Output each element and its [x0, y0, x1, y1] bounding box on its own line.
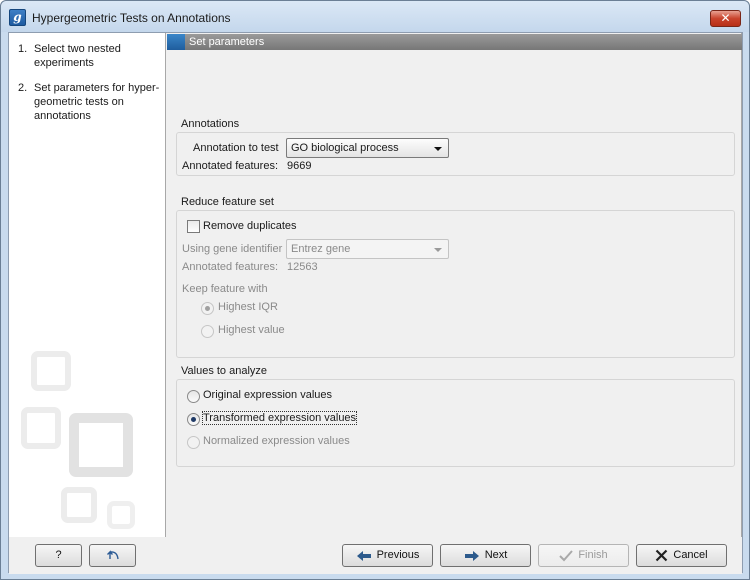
- annotation-to-test-label: Annotation to test: [193, 142, 279, 154]
- decorative-square: [31, 351, 71, 391]
- annotated-features-value: 9669: [287, 160, 312, 172]
- step-number: 1.: [18, 43, 28, 55]
- radio-original-values[interactable]: [187, 390, 200, 403]
- app-logo-icon: g: [9, 9, 26, 26]
- decorative-square: [61, 487, 97, 523]
- undo-arrow-icon: [106, 550, 119, 560]
- reduce-group-title: Reduce feature set: [181, 196, 274, 208]
- radio-highest-value[interactable]: [201, 325, 214, 338]
- dialog-client: 1. Select two nested experiments 2. Set …: [8, 32, 743, 574]
- radio-normalized-values[interactable]: [187, 436, 200, 449]
- parameters-panel: Set parameters Annotations Annotation to…: [167, 33, 742, 537]
- arrow-right-icon: [464, 550, 479, 561]
- keep-feature-label: Keep feature with: [182, 283, 268, 295]
- window-title: Hypergeometric Tests on Annotations: [32, 11, 231, 25]
- previous-label: Previous: [376, 549, 420, 561]
- remove-duplicates-label[interactable]: Remove duplicates: [203, 220, 297, 232]
- annotation-to-test-dropdown[interactable]: GO biological process: [286, 138, 449, 158]
- title-bar[interactable]: g Hypergeometric Tests on Annotations ✕: [1, 1, 749, 32]
- annotated-features-label: Annotated features:: [182, 160, 279, 172]
- step-label: Select two nested experiments: [34, 43, 121, 69]
- highest-value-label[interactable]: Highest value: [218, 324, 285, 336]
- checkmark-icon: [559, 549, 574, 561]
- decorative-square: [69, 413, 133, 477]
- values-group-title: Values to analyze: [181, 365, 268, 377]
- annotations-group-title: Annotations: [181, 118, 240, 130]
- section-marker: [167, 34, 185, 50]
- gene-identifier-dropdown[interactable]: Entrez gene: [286, 239, 449, 259]
- gene-identifier-label: Using gene identifier: [182, 243, 283, 255]
- wizard-steps-panel: 1. Select two nested experiments 2. Set …: [9, 33, 166, 537]
- cancel-button[interactable]: Cancel: [636, 544, 727, 567]
- dialog-window: g Hypergeometric Tests on Annotations ✕ …: [0, 0, 750, 580]
- x-icon: [656, 549, 668, 562]
- reduce-annotated-features-value: 12563: [287, 261, 318, 273]
- dropdown-value: GO biological process: [291, 142, 399, 154]
- arrow-left-icon: [356, 550, 371, 561]
- chevron-down-icon: [434, 248, 442, 252]
- finish-button[interactable]: Finish: [538, 544, 629, 567]
- close-icon: ✕: [720, 11, 731, 25]
- normalized-values-label[interactable]: Normalized expression values: [203, 435, 350, 447]
- undo-button[interactable]: [89, 544, 136, 567]
- help-button[interactable]: ?: [35, 544, 82, 567]
- step-number: 2.: [18, 82, 28, 94]
- dropdown-value: Entrez gene: [291, 243, 351, 255]
- chevron-down-icon: [434, 147, 442, 151]
- remove-duplicates-checkbox[interactable]: [187, 220, 200, 233]
- close-button[interactable]: ✕: [710, 10, 741, 27]
- help-label: ?: [55, 549, 62, 561]
- section-title: Set parameters: [189, 36, 265, 48]
- reduce-annotated-features-label: Annotated features:: [182, 261, 279, 273]
- finish-label: Finish: [578, 549, 608, 561]
- decorative-square: [107, 501, 135, 529]
- step-label: Set parameters for hyper-geometric tests…: [34, 82, 160, 122]
- decorative-square: [21, 407, 61, 449]
- dialog-footer: ? Previous Next Finish Cancel: [9, 538, 742, 574]
- highest-iqr-label[interactable]: Highest IQR: [218, 301, 278, 313]
- next-button[interactable]: Next: [440, 544, 531, 567]
- radio-highest-iqr[interactable]: [201, 302, 214, 315]
- next-label: Next: [484, 549, 508, 561]
- original-values-label[interactable]: Original expression values: [203, 389, 332, 401]
- section-header: Set parameters: [167, 34, 742, 50]
- previous-button[interactable]: Previous: [342, 544, 433, 567]
- radio-transformed-values[interactable]: [187, 413, 200, 426]
- cancel-label: Cancel: [673, 549, 708, 561]
- transformed-values-label[interactable]: Transformed expression values: [201, 411, 358, 425]
